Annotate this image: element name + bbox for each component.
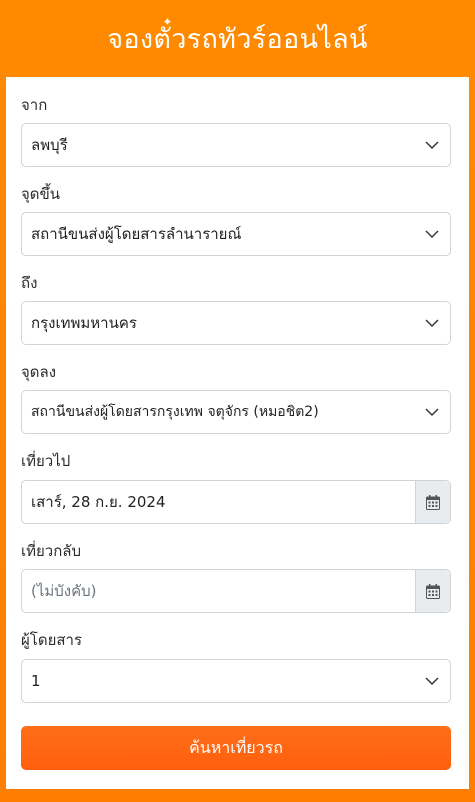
origin-value: ลพบุรี <box>31 136 68 154</box>
calendar-icon[interactable] <box>415 481 450 523</box>
passengers-value: 1 <box>31 672 41 690</box>
search-trips-button[interactable]: ค้นหาเที่ยวรถ <box>21 726 451 770</box>
origin-label: จาก <box>21 96 48 114</box>
pickup-value: สถานีขนส่งผู้โดยสารลำนารายณ์ <box>31 225 242 243</box>
page-title: จองตั๋วรถทัวร์ออนไลน์ <box>107 23 368 55</box>
return-date-input[interactable]: (ไม่บังคับ) <box>21 569 451 613</box>
booking-form: จาก ลพบุรี จุดขึ้น สถานีขนส่งผู้โดยสารลำ… <box>6 77 469 789</box>
chevron-down-icon <box>424 137 440 153</box>
destination-value: กรุงเทพมหานคร <box>31 314 137 332</box>
chevron-down-icon <box>424 673 440 689</box>
return-date-placeholder: (ไม่บังคับ) <box>31 582 97 600</box>
depart-date-label: เที่ยวไป <box>21 452 71 470</box>
chevron-down-icon <box>424 226 440 242</box>
dropoff-value: สถานีขนส่งผู้โดยสารกรุงเทพ จตุจักร (หมอช… <box>31 404 319 420</box>
passengers-label: ผู้โดยสาร <box>21 631 83 649</box>
origin-select[interactable]: ลพบุรี <box>21 123 451 167</box>
page-header: จองตั๋วรถทัวร์ออนไลน์ <box>0 0 475 76</box>
destination-label: ถึง <box>21 274 38 292</box>
chevron-down-icon <box>424 404 440 420</box>
return-date-label: เที่ยวกลับ <box>21 542 82 560</box>
destination-select[interactable]: กรุงเทพมหานคร <box>21 301 451 345</box>
passengers-select[interactable]: 1 <box>21 659 451 703</box>
dropoff-select[interactable]: สถานีขนส่งผู้โดยสารกรุงเทพ จตุจักร (หมอช… <box>21 390 451 434</box>
pickup-label: จุดขึ้น <box>21 185 61 203</box>
chevron-down-icon <box>424 315 440 331</box>
dropoff-label: จุดลง <box>21 363 57 381</box>
depart-date-input[interactable]: เสาร์, 28 ก.ย. 2024 <box>21 480 451 524</box>
depart-date-value: เสาร์, 28 ก.ย. 2024 <box>31 493 166 511</box>
calendar-icon[interactable] <box>415 570 450 612</box>
pickup-select[interactable]: สถานีขนส่งผู้โดยสารลำนารายณ์ <box>21 212 451 256</box>
